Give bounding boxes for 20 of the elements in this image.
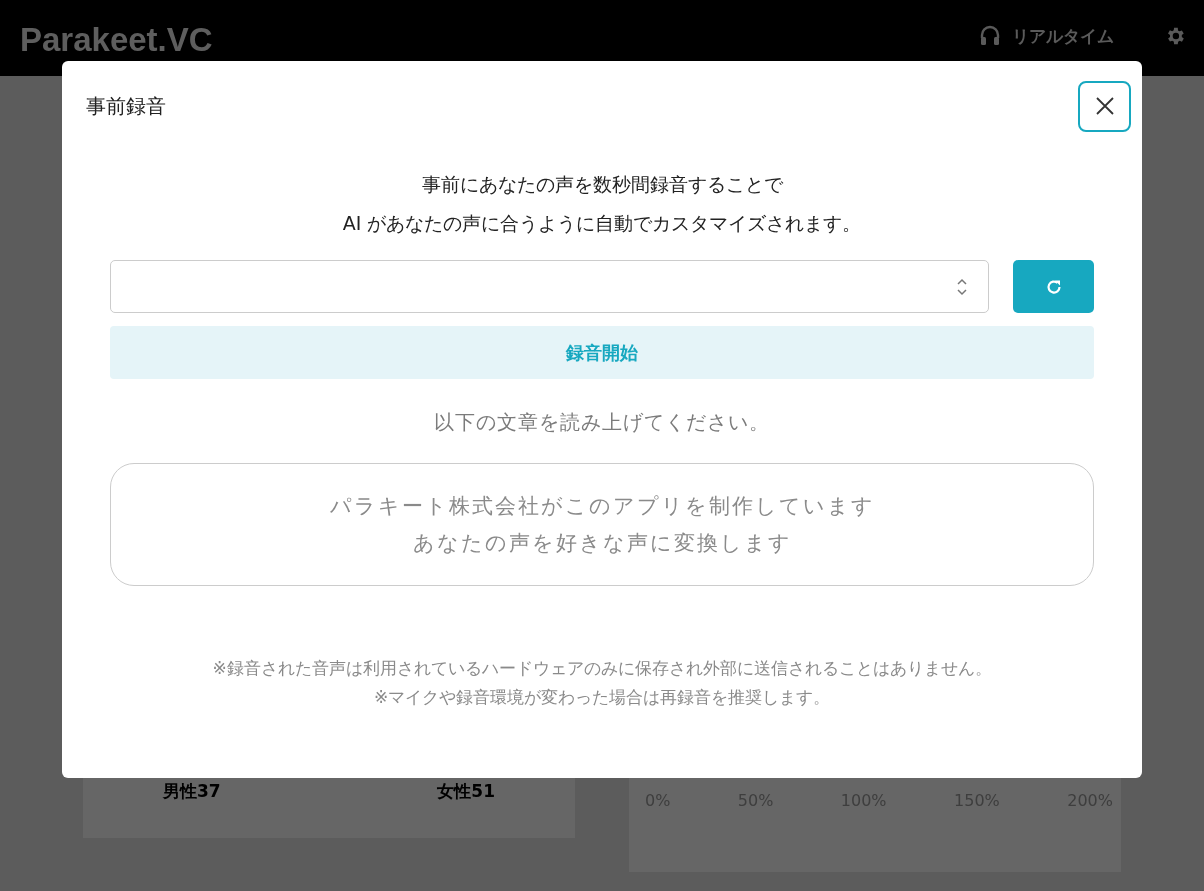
refresh-button[interactable]	[1013, 260, 1094, 313]
dialog-title: 事前録音	[86, 92, 166, 120]
app-logo: Parakeet.VC	[20, 21, 213, 59]
close-icon	[1094, 96, 1115, 116]
mode-link[interactable]: リアルタイム	[1012, 24, 1114, 48]
instruction-text: 以下の文章を読み上げてください。	[433, 409, 771, 436]
chevron-updown-icon	[956, 276, 968, 297]
close-button[interactable]	[1078, 80, 1131, 132]
description-text: 事前にあなたの声を数秒間録音することで	[420, 172, 784, 197]
note-text: ※録音された音声は利用されているハードウェアのみに保存され外部に送信されることはありません。	[211, 657, 993, 680]
headphones-icon	[980, 25, 1000, 47]
record-start-button[interactable]: 録音開始	[110, 326, 1094, 379]
gender-label: 女性51	[437, 780, 495, 803]
refresh-icon	[1044, 277, 1063, 296]
description-text: AI があなたの声に合うように自動でカスタマイズされます。	[341, 211, 863, 236]
gender-label: 男性37	[163, 780, 221, 803]
script-text: パラキート株式会社がこのアプリを制作しています	[329, 492, 875, 520]
note-text: ※マイクや録音環境が変わった場合は再録音を推奨します。	[372, 686, 832, 709]
device-select[interactable]	[110, 260, 989, 313]
script-text: あなたの声を好きな声に変換します	[412, 529, 792, 557]
